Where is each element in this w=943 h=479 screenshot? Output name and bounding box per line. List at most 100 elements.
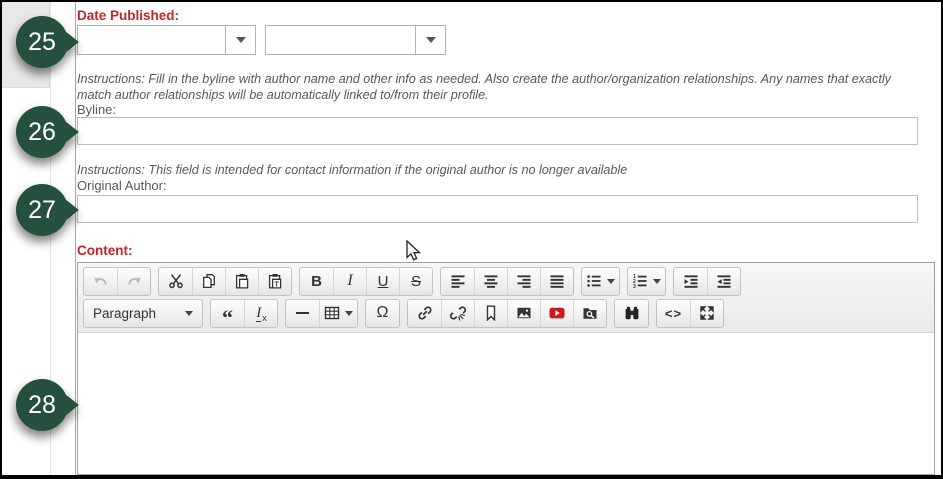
code-view-group: <> [656,299,724,328]
toolbar-row-2: Paragraph “ Ix [81,297,931,329]
history-group [83,267,151,296]
annotation-marker-26: 26 [15,103,79,161]
original-author-input[interactable] [77,195,918,223]
marker-28-number: 28 [28,391,56,419]
marker-27-number: 27 [28,196,56,224]
chevron-down-icon [607,279,615,284]
date-published-second-dropdown-button[interactable] [415,26,445,54]
strikethrough-button[interactable]: S [399,268,432,295]
chevron-down-icon [426,37,436,43]
special-character-button[interactable]: Ω [366,300,399,327]
clipboard-group: T [158,267,292,296]
file-browser-button[interactable] [573,300,606,327]
date-published-second-combobox[interactable] [265,25,446,55]
mouse-cursor-icon [405,240,423,264]
italic-icon: I [347,273,352,289]
align-left-button[interactable] [441,268,474,295]
align-justify-icon [549,273,565,289]
paste-button[interactable] [225,268,258,295]
bold-button[interactable]: B [300,268,333,295]
date-published-first-value[interactable] [78,26,225,54]
blockquote-button[interactable]: “ [211,300,244,327]
horizontal-rule-icon [296,312,309,314]
paste-as-text-icon: T [267,273,283,289]
remove-format-button[interactable]: Ix [244,300,277,327]
byline-input[interactable] [77,117,918,145]
paste-as-text-button[interactable]: T [258,268,291,295]
find-replace-button[interactable] [615,300,648,327]
date-published-label: Date Published: [77,8,179,23]
insert-video-button[interactable] [540,300,573,327]
bookmark-icon [483,305,499,321]
svg-text:3: 3 [633,284,636,289]
byline-label: Byline: [77,102,116,117]
underline-icon: U [378,274,389,289]
file-browser-icon [582,305,598,321]
original-author-label: Original Author: [77,178,167,193]
align-right-button[interactable] [507,268,540,295]
table-button[interactable] [319,300,357,327]
numbered-list-group: 1 2 3 [627,267,666,296]
undo-button[interactable] [84,268,117,295]
horizontal-rule-button[interactable] [286,300,319,327]
search-group [614,299,649,328]
indent-group [673,267,741,296]
link-media-group [407,299,607,328]
quote-format-group: “ Ix [210,299,278,328]
marker-26-number: 26 [28,118,56,146]
remove-format-icon: Ix [256,304,266,322]
cut-icon [168,273,184,289]
indent-button[interactable] [674,268,707,295]
original-author-instructions: Instructions: This field is intended for… [77,163,925,179]
chevron-down-icon [185,311,193,316]
blockquote-icon: “ [222,314,233,323]
special-character-icon: Ω [377,305,389,321]
align-left-icon [450,273,466,289]
date-published-second-value[interactable] [266,26,415,54]
content-label: Content: [77,243,132,258]
toolbar-row-1: T B I U S [81,265,931,297]
anchor-button[interactable] [474,300,507,327]
svg-text:T: T [274,281,279,288]
date-published-first-combobox[interactable] [77,25,256,55]
marker-25-number: 25 [28,28,56,56]
insert-image-button[interactable] [507,300,540,327]
date-published-first-dropdown-button[interactable] [225,26,255,54]
table-icon [324,305,340,321]
align-center-button[interactable] [474,268,507,295]
remove-link-button[interactable] [441,300,474,327]
indent-icon [683,273,699,289]
copy-button[interactable] [192,268,225,295]
undo-icon [93,273,109,289]
cut-button[interactable] [159,268,192,295]
source-code-icon: <> [665,307,682,320]
unlink-icon [450,305,466,321]
format-select-value: Paragraph [93,306,156,321]
italic-button[interactable]: I [333,268,366,295]
editor-toolbar: T B I U S [78,263,934,333]
redo-button[interactable] [117,268,150,295]
bullet-list-group [581,267,620,296]
outdent-button[interactable] [707,268,740,295]
screenshot-canvas: 25 26 27 28 Date Published: [0,0,943,479]
align-justify-button[interactable] [540,268,573,295]
annotation-marker-25: 25 [15,13,79,71]
binoculars-icon [624,305,640,321]
annotation-marker-27: 27 [15,181,79,239]
underline-button[interactable]: U [366,268,399,295]
align-right-icon [516,273,532,289]
alignment-group [440,267,574,296]
redo-icon [126,273,142,289]
format-select[interactable]: Paragraph [84,300,202,327]
page-background: 25 26 27 28 Date Published: [2,2,941,475]
fullscreen-button[interactable] [690,300,723,327]
bold-icon: B [311,274,322,289]
outdent-icon [716,273,732,289]
bullet-list-button[interactable] [582,268,619,295]
image-icon [516,305,532,321]
numbered-list-button[interactable]: 1 2 3 [628,268,665,295]
paste-icon [234,273,250,289]
editor-content-area[interactable] [78,333,934,474]
source-code-button[interactable]: <> [657,300,690,327]
insert-link-button[interactable] [408,300,441,327]
